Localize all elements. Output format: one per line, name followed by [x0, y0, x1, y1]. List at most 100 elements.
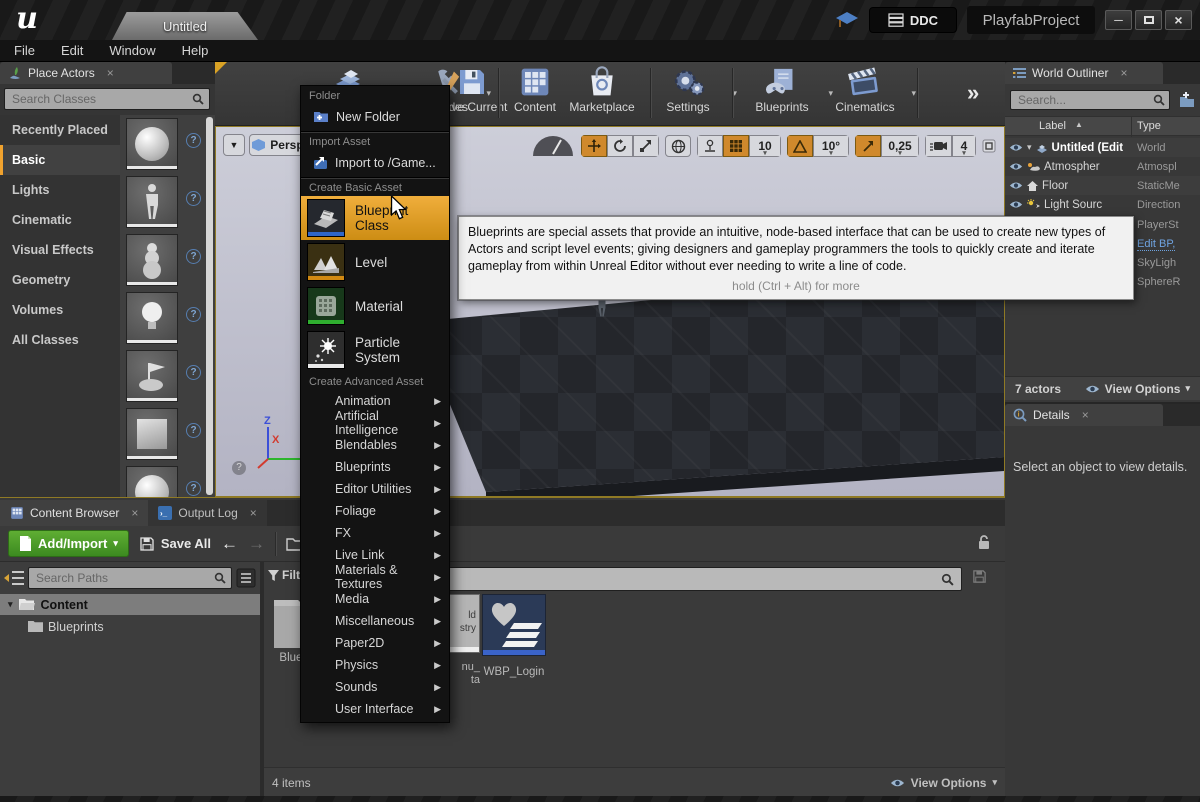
tree-item-content[interactable]: ▾ Content [0, 594, 260, 615]
placeable-cube[interactable]: ? [120, 405, 215, 463]
marketplace-button[interactable]: Marketplace [557, 66, 647, 114]
scale-snap-value[interactable]: 0,25 ▾ [881, 135, 919, 157]
search-paths-input[interactable] [28, 567, 232, 589]
menu-window[interactable]: Window [109, 43, 155, 58]
expander-icon[interactable]: ▾ [8, 599, 13, 610]
menu-item-level[interactable]: Level [301, 240, 449, 284]
blueprints-button[interactable]: Blueprints ▾ [737, 66, 827, 114]
menu-edit[interactable]: Edit [61, 43, 83, 58]
tab-content-browser[interactable]: Content Browser × [0, 500, 148, 526]
menu-item-foliage[interactable]: Foliage▶ [301, 500, 449, 522]
menu-item-material[interactable]: Material [301, 284, 449, 328]
close-tab-icon[interactable]: × [1082, 408, 1089, 422]
eye-icon[interactable] [1009, 200, 1023, 209]
tab-world-outliner[interactable]: World Outliner × [1005, 62, 1163, 84]
menu-item-import-to-game[interactable]: Import to /Game... [301, 150, 449, 176]
cinematics-button[interactable]: Cinematics ▾ [820, 66, 910, 114]
tree-item-blueprints[interactable]: Blueprints [0, 616, 260, 637]
close-tab-icon[interactable]: × [250, 506, 257, 520]
outliner-row-floor[interactable]: Floor StaticMe [1005, 176, 1200, 195]
move-tool-button[interactable] [581, 135, 607, 157]
menu-item-new-folder[interactable]: New Folder [301, 104, 449, 130]
row-label[interactable]: Floor [1042, 180, 1068, 192]
forward-arrow-icon[interactable]: → [248, 534, 265, 554]
placeable-light[interactable]: ? [120, 289, 215, 347]
level-tab[interactable]: Untitled [112, 12, 258, 40]
menu-item-user-interface[interactable]: User Interface▶ [301, 698, 449, 720]
menu-item-materials-textures[interactable]: Materials & Textures▶ [301, 566, 449, 588]
menu-item-fx[interactable]: FX▶ [301, 522, 449, 544]
outliner-search-input[interactable] [1010, 90, 1170, 110]
viewport-options-dropdown[interactable]: ▼ [223, 134, 245, 156]
minimize-button[interactable]: ─ [1105, 10, 1132, 30]
camera-speed-button[interactable] [925, 135, 952, 157]
placeable-player-start[interactable]: ? [120, 347, 215, 405]
category-cinematic[interactable]: Cinematic [0, 205, 120, 235]
placeable-sphere[interactable]: ? [120, 115, 215, 173]
ddc-button[interactable]: DDC [869, 7, 957, 33]
menu-item-media[interactable]: Media▶ [301, 588, 449, 610]
add-import-button[interactable]: Add/Import ▾ [8, 530, 129, 557]
graduation-cap-icon[interactable] [835, 11, 859, 29]
toolbar-expand-chevrons[interactable]: » [967, 80, 979, 106]
angle-snap-button[interactable] [787, 135, 813, 157]
grid-snap-button[interactable] [723, 135, 749, 157]
back-arrow-icon[interactable]: ← [221, 534, 238, 554]
tab-place-actors[interactable]: Place Actors × [0, 62, 172, 84]
tab-output-log[interactable]: ›_ Output Log × [148, 500, 266, 526]
outliner-column-header[interactable]: Label ▲ Type [1005, 116, 1200, 136]
tab-details[interactable]: i Details × [1005, 404, 1163, 426]
category-volumes[interactable]: Volumes [0, 295, 120, 325]
eye-icon[interactable] [1009, 143, 1023, 152]
menu-item-particle-system[interactable]: Particle System [301, 328, 449, 372]
close-button[interactable]: × [1165, 10, 1192, 30]
placeable-stack[interactable]: ? [120, 231, 215, 289]
close-tab-icon[interactable]: × [1120, 66, 1127, 80]
row-label[interactable]: Light Sourc [1044, 199, 1102, 211]
scale-snap-button[interactable] [855, 135, 881, 157]
menu-help[interactable]: Help [182, 43, 209, 58]
menu-file[interactable]: File [14, 43, 35, 58]
maximize-button[interactable] [1135, 10, 1162, 30]
column-divider[interactable] [1131, 117, 1132, 137]
menu-item-sounds[interactable]: Sounds▶ [301, 676, 449, 698]
maximize-viewport-icon[interactable] [982, 139, 996, 153]
label-column-header[interactable]: Label [1039, 120, 1066, 132]
menu-item-editor-utilities[interactable]: Editor Utilities▶ [301, 478, 449, 500]
outliner-row-light[interactable]: Light Sourc Direction [1005, 195, 1200, 214]
placeable-sphere-2[interactable]: ? [120, 463, 215, 497]
rotate-tool-button[interactable] [607, 135, 633, 157]
menu-item-blendables[interactable]: Blendables▶ [301, 434, 449, 456]
settings-button[interactable]: Settings ▾ [643, 66, 733, 114]
menu-item-artificial-intelligence[interactable]: Artificial Intelligence▶ [301, 412, 449, 434]
category-geometry[interactable]: Geometry [0, 265, 120, 295]
eye-icon[interactable] [1009, 181, 1023, 190]
eye-icon[interactable] [1009, 162, 1023, 171]
surface-snap-button[interactable] [697, 135, 723, 157]
category-recently-placed[interactable]: Recently Placed [0, 115, 120, 145]
add-actor-icon[interactable] [1178, 92, 1196, 108]
asset-wbp-login[interactable]: WBP_Login [482, 594, 546, 678]
outliner-row-atmosphere[interactable]: Atmospher Atmospl [1005, 157, 1200, 176]
menu-item-paper2d[interactable]: Paper2D▶ [301, 632, 449, 654]
row-label[interactable]: Untitled (Edit [1052, 142, 1124, 154]
world-coordinate-button[interactable] [665, 135, 691, 157]
row-label[interactable]: Atmospher [1044, 161, 1100, 173]
camera-speed-value[interactable]: 4 ▾ [952, 135, 976, 157]
scrollbar[interactable] [206, 117, 213, 495]
category-basic[interactable]: Basic [0, 145, 120, 175]
expander-icon[interactable]: ▾ [1027, 142, 1032, 153]
edit-bp-link[interactable]: Edit BP, [1137, 238, 1175, 251]
menu-item-blueprint-class[interactable]: Blueprint Class [301, 196, 449, 240]
category-lights[interactable]: Lights [0, 175, 120, 205]
category-all-classes[interactable]: All Classes [0, 325, 120, 355]
category-visual-effects[interactable]: Visual Effects [0, 235, 120, 265]
outliner-row-world[interactable]: ▾ Untitled (Edit World [1005, 138, 1200, 157]
grid-size-value[interactable]: 10 ▾ [749, 135, 781, 157]
lock-icon[interactable] [977, 534, 991, 551]
close-tab-icon[interactable]: × [107, 66, 114, 80]
search-classes-input[interactable] [4, 88, 210, 110]
scale-tool-button[interactable] [633, 135, 659, 157]
placeable-character[interactable]: ? [120, 173, 215, 231]
sources-toggle-icon[interactable] [4, 570, 24, 586]
